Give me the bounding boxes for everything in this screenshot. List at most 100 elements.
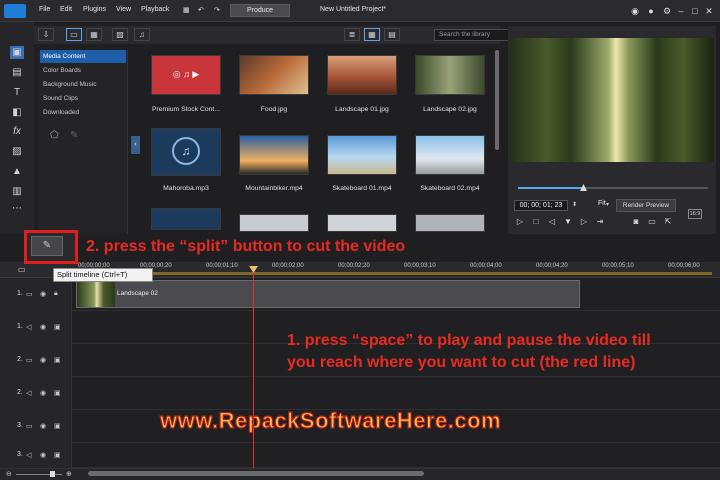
category-background-music[interactable]: Background Music [40,78,126,91]
media-room-icon[interactable]: ▣ [10,46,24,59]
menu-playback[interactable]: Playback [141,6,169,13]
account-icon[interactable]: ◉ [628,4,642,18]
lock-icon[interactable]: ▣ [54,356,61,364]
lock-icon[interactable]: ▣ [54,323,61,331]
film-filter-icon[interactable]: ▦ [86,28,102,41]
app-window: File Edit Plugins View Playback ▦ ↶ ↷ Pr… [0,0,720,480]
app-logo-icon [4,4,26,18]
mark-icon[interactable]: ▼ [562,216,574,228]
menu-plugins[interactable]: Plugins [83,6,106,13]
category-media-content[interactable]: Media Content [40,50,126,63]
play-icon[interactable]: ▷ [514,216,526,228]
audio-filter-icon[interactable]: ♫ [134,28,150,41]
timeline-scrollbar[interactable] [88,471,424,476]
playhead-line[interactable] [253,270,254,468]
snapshot-icon[interactable]: ◙ [630,216,642,228]
fast-forward-icon[interactable]: ⇥ [594,216,606,228]
undo-icon[interactable]: ↶ [198,6,204,14]
fx-room-icon[interactable]: fx [10,125,24,138]
zoom-out-icon[interactable]: ⊖ [6,470,12,478]
chevron-down-icon[interactable]: ▾ [606,201,609,208]
grid-view-icon[interactable]: ▦ [364,28,380,41]
zoom-slider-handle[interactable] [50,471,55,477]
more-icon[interactable]: ⋯ [10,202,24,215]
minimize-icon[interactable]: – [674,4,688,18]
timecode-field[interactable]: 00; 00; 01; 23 [514,200,568,211]
media-tile-food[interactable] [239,55,309,95]
media-tile-premium-stock[interactable]: ◎ ♫ ▶ [151,55,221,95]
zoom-slider[interactable] [16,474,62,475]
edit-tag-icon[interactable]: ✎ [70,130,78,141]
image-filter-icon[interactable]: ▨ [112,28,128,41]
particle-room-icon[interactable]: ▲ [10,165,24,178]
effects-room-icon[interactable]: ▤ [10,66,24,79]
lock-icon[interactable]: ▣ [54,422,61,430]
eye-icon[interactable]: ◉ [40,323,46,331]
video-filter-icon[interactable]: ▭ [66,28,82,41]
save-icon[interactable]: ▦ [183,6,190,14]
close-icon[interactable]: ✕ [702,4,716,18]
track-header: 3. ▭ ◉ ▣ [0,410,72,443]
sort-icon[interactable]: ▤ [384,28,400,41]
media-tile-mahoroba[interactable]: ♫ [151,128,221,176]
lock-icon[interactable]: ▣ [54,389,61,397]
import-icon[interactable]: ⇩ [38,28,54,41]
category-sound-clips[interactable]: Sound Clips [40,92,126,105]
media-tile-video[interactable] [415,214,485,232]
media-label: Premium Stock Cont... [152,106,220,113]
settings-icon[interactable]: ⚙ [660,4,674,18]
zoom-in-icon[interactable]: ⊕ [66,470,72,478]
category-downloaded[interactable]: Downloaded [40,106,126,119]
library-scrollbar[interactable] [495,50,499,150]
produce-button[interactable]: Produce [230,4,290,17]
track-manager-icon[interactable]: ▭ [18,265,26,274]
media-tile-landscape-01[interactable] [327,55,397,95]
category-color-boards[interactable]: Color Boards [40,64,126,77]
media-tile-skateboard-01[interactable] [327,135,397,175]
ruler-tick: 00;00;01;10 [206,263,238,269]
subtitle-room-icon[interactable]: ▥ [10,185,24,198]
clip-thumbnail [77,281,115,307]
add-tag-icon[interactable]: ⬠ [50,130,59,141]
audio-track-icon: ◁ [26,390,32,397]
media-tile-video[interactable] [327,214,397,232]
eye-icon[interactable]: ◉ [40,356,46,364]
maximize-icon[interactable]: □ [688,4,702,18]
track-number: 2. [17,389,23,396]
pip-room-icon[interactable]: ▨ [10,145,24,158]
media-tile-skateboard-02[interactable] [415,135,485,175]
menu-file[interactable]: File [39,6,50,13]
video-track-icon: ▭ [26,423,33,430]
eye-icon[interactable]: ◉ [40,290,46,298]
next-frame-icon[interactable]: ▷ [578,216,590,228]
redo-icon[interactable]: ↷ [214,6,220,14]
transition-room-icon[interactable]: ◧ [10,106,24,119]
eye-icon[interactable]: ◉ [40,389,46,397]
media-tile-mountainbiker[interactable] [239,135,309,175]
menu-edit[interactable]: Edit [60,6,72,13]
stop-icon[interactable]: □ [530,216,542,228]
timecode-spinner-icon[interactable]: ⬍ [572,201,577,208]
aspect-ratio-select[interactable]: 16:9 [688,209,702,219]
menu-view[interactable]: View [116,6,131,13]
annotation-step-1: 1. press “space” to play and pause the v… [287,332,651,371]
previous-frame-icon[interactable]: ◁ [546,216,558,228]
split-button[interactable]: ✎ [31,236,63,256]
notification-icon[interactable]: ● [644,4,658,18]
lock-icon[interactable]: 🔒︎ [54,290,58,298]
media-tile-audio[interactable] [151,208,221,230]
media-tile-landscape-02[interactable] [415,55,485,95]
preview-image [510,38,714,162]
eye-icon[interactable]: ◉ [40,422,46,430]
title-room-icon[interactable]: T [10,86,24,99]
lock-icon[interactable]: ▣ [54,451,61,459]
list-view-icon[interactable]: ≣ [344,28,360,41]
collapse-panel-button[interactable]: ‹ [131,136,140,154]
media-label: Mountainbiker.mp4 [245,185,303,192]
media-tile-video[interactable] [239,214,309,232]
media-label: Food.jpg [260,106,288,113]
render-preview-button[interactable]: Render Preview [616,199,676,212]
undock-icon[interactable]: ⇱ [662,216,674,228]
eye-icon[interactable]: ◉ [40,451,46,459]
display-icon[interactable]: ▭ [646,216,658,228]
